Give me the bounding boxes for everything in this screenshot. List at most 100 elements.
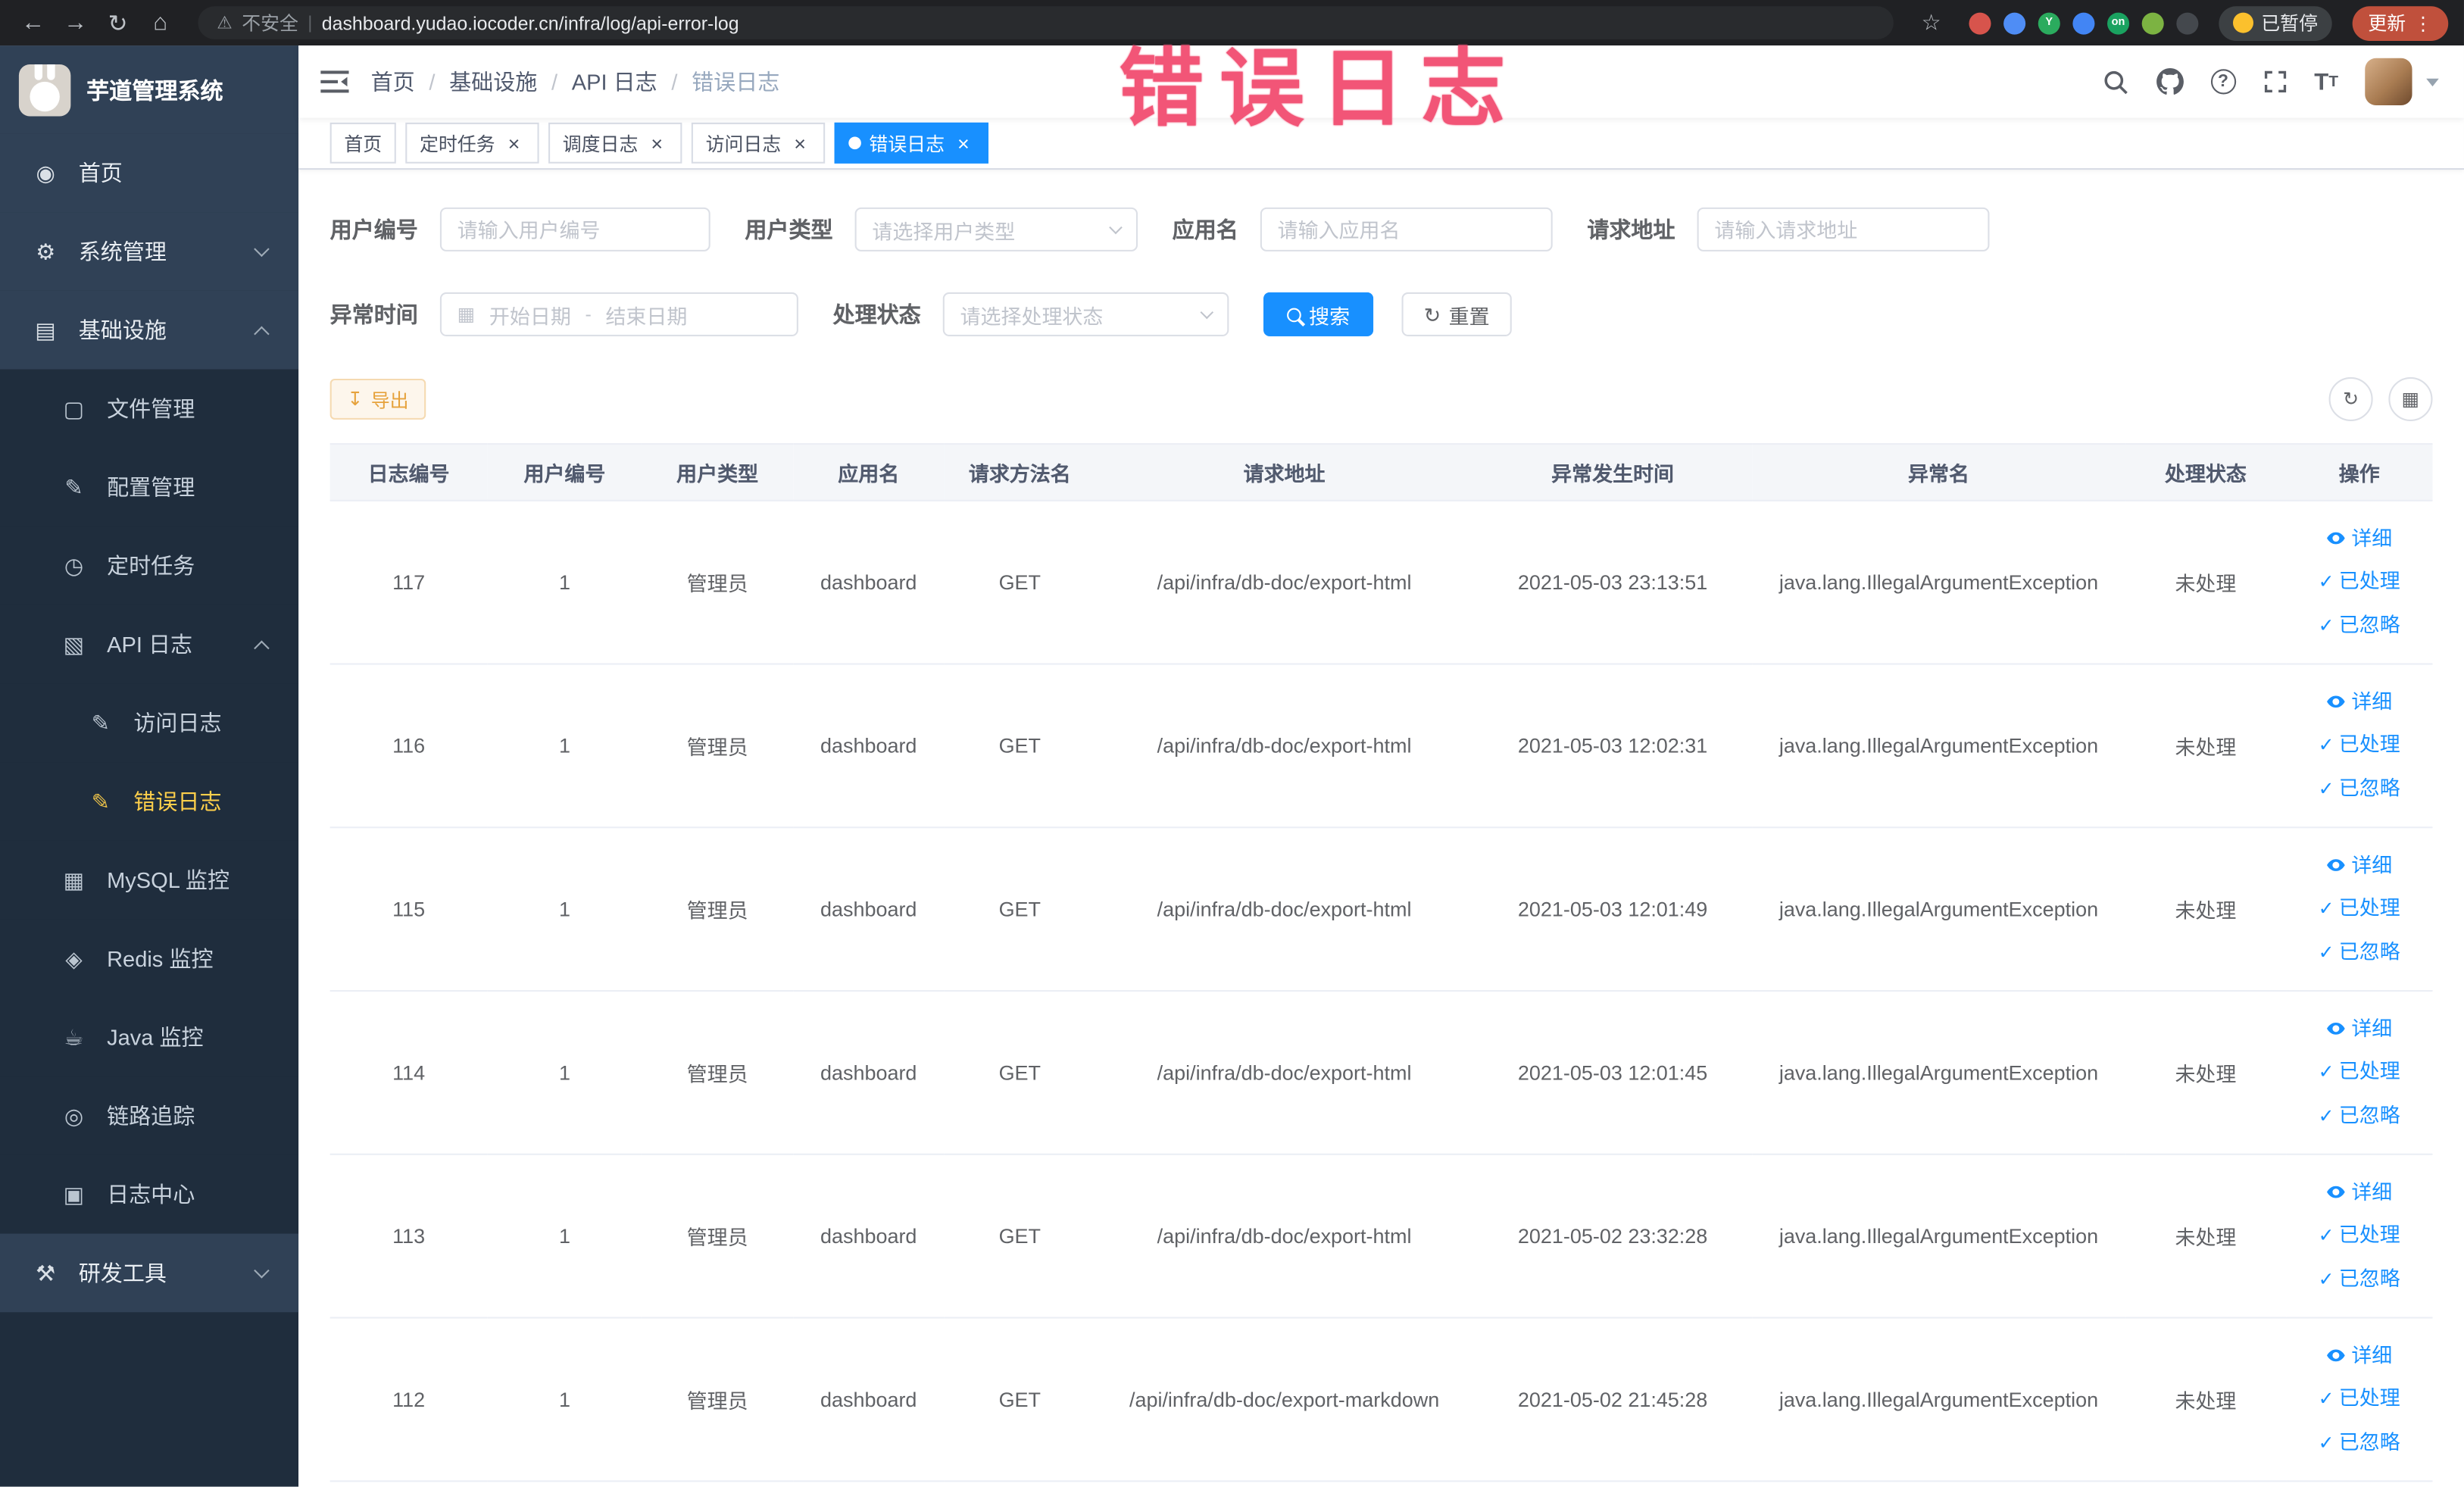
table-row: 114 1 管理员 dashboard GET/api/infra/db-doc/exp… — [329, 991, 2433, 1155]
sidebar-item-devtools[interactable]: ⚒ 研发工具 — [0, 1233, 299, 1313]
close-icon[interactable]: × — [952, 132, 974, 154]
mark-ignored-link[interactable]: ✓ 已忽略 — [2292, 1257, 2426, 1301]
cell-user-type: 管理员 — [642, 991, 793, 1155]
browser-update-button[interactable]: 更新 ⋮ — [2352, 5, 2449, 40]
sidebar-item-config[interactable]: ✎ 配置管理 — [0, 448, 299, 526]
close-icon[interactable]: × — [503, 132, 525, 154]
filter-row-2: 异常时间 ▦ 开始日期 - 结束日期 处理状态 请选择处理状态 搜索 ↻ 重置 — [330, 292, 2433, 336]
sidebar-item-access-log[interactable]: ✎ 访问日志 — [0, 683, 299, 763]
request-url-field: 请求地址 — [1587, 207, 1990, 251]
extension-on-badge-icon[interactable]: on — [2106, 11, 2130, 34]
close-icon[interactable]: × — [646, 132, 668, 154]
user-id-input[interactable] — [439, 207, 710, 251]
column-header: 异常名 — [1752, 443, 2125, 501]
mark-processed-link[interactable]: ✓ 已处理 — [2292, 723, 2426, 767]
sidebar-item-job[interactable]: ◷ 定时任务 — [0, 526, 299, 605]
app-logo[interactable]: 芋道管理系统 — [0, 45, 299, 134]
tab-access-log[interactable]: 访问日志 × — [691, 122, 826, 164]
user-type-select[interactable]: 请选择用户类型 — [854, 207, 1138, 251]
topbar-tools: ? TT — [2102, 58, 2439, 105]
sidebar-item-api-log[interactable]: ▧ API 日志 — [0, 604, 299, 684]
mark-processed-link[interactable]: ✓ 已处理 — [2292, 1050, 2426, 1094]
github-icon[interactable] — [2156, 67, 2184, 95]
detail-link[interactable]: 详细 — [2292, 517, 2426, 560]
detail-link[interactable]: 详细 — [2292, 1007, 2426, 1050]
sidebar-item-error-log[interactable]: ✎ 错误日志 — [0, 762, 299, 841]
sidebar-item-mysql[interactable]: ▦ MySQL 监控 — [0, 840, 299, 920]
mark-processed-link[interactable]: ✓ 已处理 — [2292, 560, 2426, 604]
action-label: 已忽略 — [2338, 939, 2400, 964]
main-panel: 首页 / 基础设施 / API 日志 / 错误日志 ? TT 首页 定时任务 ×… — [298, 45, 2464, 1487]
close-icon[interactable]: × — [789, 132, 811, 154]
extension-red-ball-icon[interactable] — [1969, 11, 1991, 34]
chevron-down-icon — [1109, 220, 1123, 235]
sidebar-item-home[interactable]: ◉ 首页 — [0, 133, 299, 213]
extension-green-y-icon[interactable]: Y — [2038, 11, 2060, 34]
mark-ignored-link[interactable]: ✓ 已忽略 — [2292, 1094, 2426, 1138]
extension-blue-grid-icon[interactable] — [2072, 11, 2095, 34]
reset-button[interactable]: ↻ 重置 — [1401, 292, 1512, 336]
tab-job[interactable]: 定时任务 × — [405, 122, 539, 164]
reload-icon[interactable]: ↻ — [101, 8, 136, 36]
breadcrumb-item[interactable]: API 日志 — [572, 66, 657, 97]
cell-status: 未处理 — [2125, 991, 2286, 1155]
tab-label: 首页 — [344, 133, 383, 155]
extension-blue-drop-icon[interactable] — [2003, 11, 2026, 34]
sidebar-toggle[interactable] — [320, 69, 349, 94]
extension-leaf-icon[interactable] — [2141, 11, 2164, 34]
sidebar-item-file[interactable]: ▢ 文件管理 — [0, 369, 299, 448]
mark-ignored-link[interactable]: ✓ 已忽略 — [2292, 930, 2426, 974]
mark-processed-link[interactable]: ✓ 已处理 — [2292, 1214, 2426, 1257]
action-label: 已处理 — [2338, 895, 2400, 920]
breadcrumb-item[interactable]: 首页 — [371, 66, 415, 97]
font-size-icon[interactable]: TT — [2314, 68, 2338, 95]
mark-ignored-link[interactable]: ✓ 已忽略 — [2292, 767, 2426, 811]
logo-image — [18, 64, 71, 116]
fullscreen-icon[interactable] — [2263, 69, 2288, 94]
chevron-down-icon — [2426, 77, 2439, 86]
search-icon[interactable] — [2102, 68, 2128, 95]
back-icon[interactable]: ← — [16, 9, 51, 36]
detail-link[interactable]: 详细 — [2292, 680, 2426, 723]
forward-icon[interactable]: → — [58, 9, 93, 36]
detail-link[interactable]: 详细 — [2292, 1171, 2426, 1214]
detail-link[interactable]: 详细 — [2292, 844, 2426, 886]
address-bar[interactable]: ⚠ 不安全 | dashboard.yudao.iocoder.cn/infra… — [198, 6, 1894, 39]
mark-processed-link[interactable]: ✓ 已处理 — [2292, 1376, 2426, 1420]
search-button[interactable]: 搜索 — [1263, 292, 1374, 336]
process-status-select[interactable]: 请选择处理状态 — [942, 292, 1229, 336]
sidebar-item-redis[interactable]: ◈ Redis 监控 — [0, 919, 299, 998]
tab-home[interactable]: 首页 — [329, 122, 396, 164]
sidebar-item-infra[interactable]: ▤ 基础设施 — [0, 290, 299, 370]
app-name-input[interactable] — [1260, 207, 1553, 251]
cell-user-type: 管理员 — [642, 827, 793, 992]
detail-link[interactable]: 详细 — [2292, 1334, 2426, 1376]
mark-ignored-link[interactable]: ✓ 已忽略 — [2292, 604, 2426, 648]
range-separator: - — [585, 303, 592, 326]
column-settings-button[interactable]: ▦ — [2388, 376, 2433, 421]
profile-paused-badge[interactable]: 已暂停 — [2219, 5, 2332, 40]
bookmark-star-icon[interactable]: ☆ — [1914, 9, 1949, 36]
breadcrumb-item[interactable]: 基础设施 — [449, 66, 537, 97]
sidebar-item-java[interactable]: ☕ Java 监控 — [0, 998, 299, 1077]
sidebar-item-trace[interactable]: ◎ 链路追踪 — [0, 1076, 299, 1155]
mark-ignored-link[interactable]: ✓ 已忽略 — [2292, 1420, 2426, 1464]
api-icon: ▧ — [63, 630, 85, 657]
sidebar-item-log-center[interactable]: ▣ 日志中心 — [0, 1154, 299, 1234]
export-button[interactable]: ↧ 导出 — [329, 378, 426, 420]
sidebar-item-system[interactable]: ⚙ 系统管理 — [0, 212, 299, 291]
mark-processed-link[interactable]: ✓ 已处理 — [2292, 886, 2426, 930]
refresh-table-button[interactable]: ↻ — [2328, 376, 2373, 421]
column-header: 请求地址 — [1095, 443, 1474, 501]
exception-time-range[interactable]: ▦ 开始日期 - 结束日期 — [439, 292, 798, 336]
extension-paw-icon[interactable] — [2176, 11, 2199, 34]
action-label: 已忽略 — [2338, 1103, 2400, 1127]
user-avatar[interactable] — [2365, 58, 2412, 105]
tab-job-log[interactable]: 调度日志 × — [548, 122, 682, 164]
browser-home-icon[interactable]: ⌂ — [143, 9, 178, 36]
help-icon[interactable]: ? — [2210, 69, 2236, 95]
tab-error-log[interactable]: 错误日志 × — [834, 122, 989, 164]
cell-id: 116 — [329, 664, 488, 829]
browser-menu-icon[interactable]: ⋮ — [2414, 12, 2433, 34]
request-url-input[interactable] — [1697, 207, 1990, 251]
